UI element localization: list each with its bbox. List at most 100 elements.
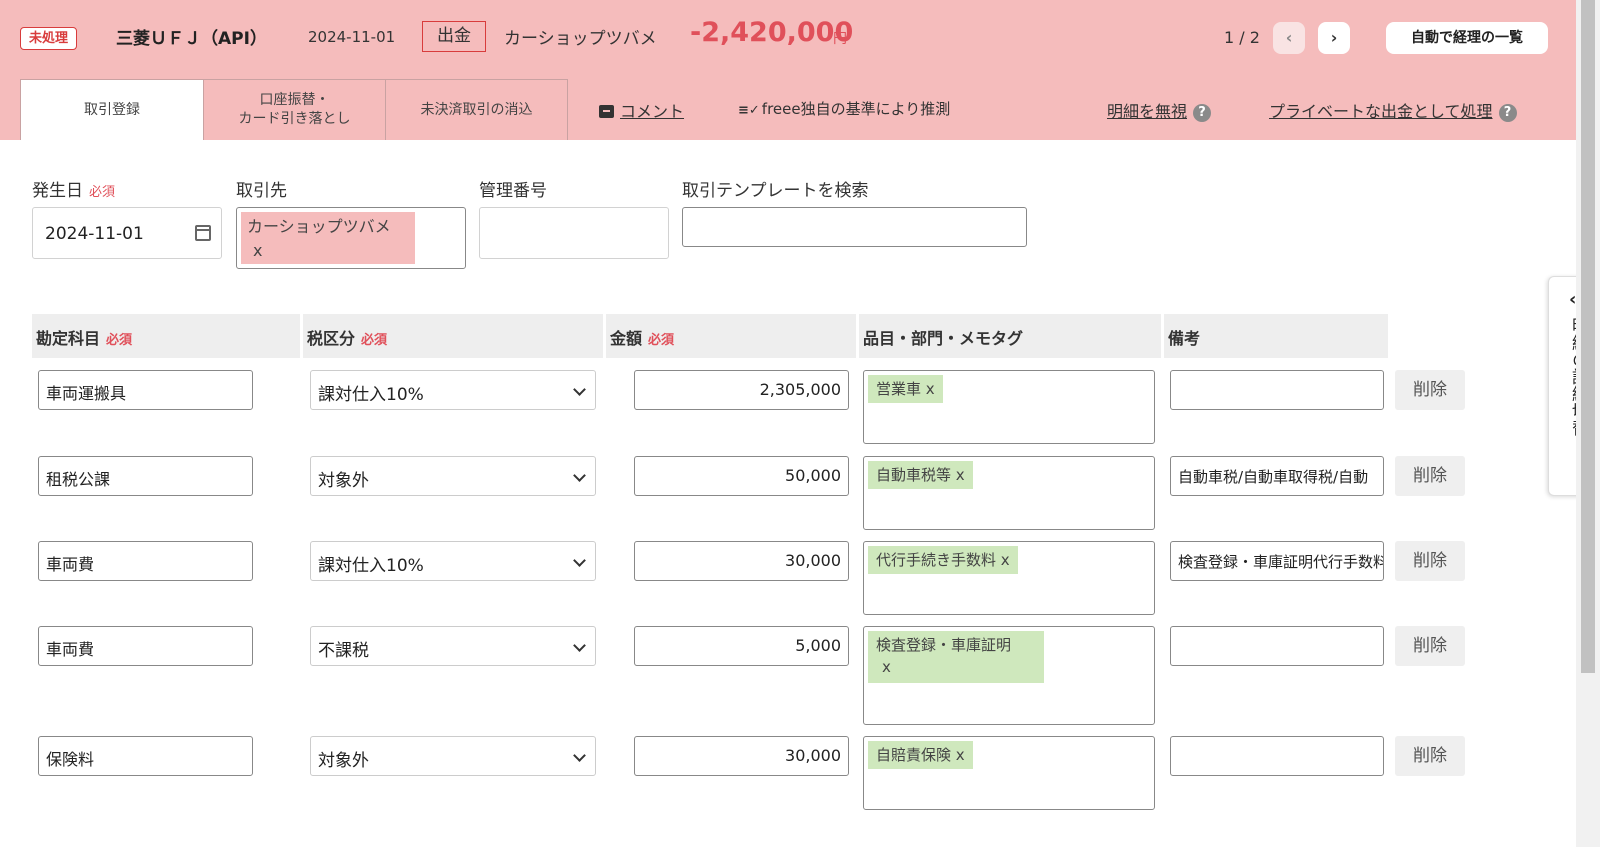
column-header-amount: 金額 必須	[606, 314, 856, 358]
tab-register-transaction[interactable]: 取引登録	[20, 79, 204, 140]
column-header-label: 税区分	[307, 329, 356, 348]
tax-select[interactable]: 課対仕入10%	[310, 370, 596, 410]
delete-row-button[interactable]: 削除	[1395, 541, 1465, 581]
chevron-down-icon	[573, 469, 586, 482]
status-badge: 未処理	[20, 27, 78, 50]
tag-label: 検査登録・車庫証明	[876, 636, 1012, 654]
private-label: プライベートな出金として処理	[1269, 102, 1493, 121]
required-mark: 必須	[361, 333, 388, 348]
remove-tag-button[interactable]: x	[247, 241, 262, 260]
delete-row-button[interactable]: 削除	[1395, 626, 1465, 666]
remove-tag-button[interactable]: x	[876, 658, 891, 676]
payee-input[interactable]: カーショップツバメ x	[236, 207, 466, 269]
column-header-tax: 税区分 必須	[303, 314, 603, 358]
amount-input[interactable]: 5,000	[634, 626, 849, 666]
account-input[interactable]: 保険料	[38, 736, 253, 776]
tag-chip: 検査登録・車庫証明 x	[868, 631, 1044, 683]
date-value: 2024-11-01	[45, 224, 144, 244]
currency-unit: 円	[833, 31, 847, 47]
tag-label: 自賠責保険	[876, 746, 952, 764]
payee-tag-label: カーショップツバメ	[247, 217, 391, 236]
account-input[interactable]: 車両費	[38, 626, 253, 666]
transaction-header: 未処理 三菱ＵＦＪ（API） 2024-11-01 出金 カーショップツバメ -…	[0, 0, 1576, 140]
chevron-down-icon	[573, 383, 586, 396]
prev-button[interactable]: ‹	[1273, 22, 1305, 54]
tag-input[interactable]: 検査登録・車庫証明 x	[863, 626, 1155, 725]
next-button[interactable]: ›	[1318, 22, 1350, 54]
tax-value: 課対仕入10%	[318, 385, 424, 405]
amount-input[interactable]: 50,000	[634, 456, 849, 496]
date-input[interactable]: 2024-11-01	[32, 207, 222, 259]
ignore-statement-link[interactable]: 明細を無視?	[1107, 98, 1212, 122]
template-search-label: 取引テンプレートを検索	[682, 181, 869, 201]
amount-input[interactable]: 30,000	[634, 541, 849, 581]
remove-tag-button[interactable]: x	[926, 380, 935, 398]
column-header-memo: 備考	[1164, 314, 1388, 358]
chevron-left-icon: ‹	[1285, 28, 1293, 47]
tab-label-line2: カード引き落とし	[238, 111, 351, 127]
column-header-account: 勘定科目 必須	[32, 314, 300, 358]
required-mark: 必須	[89, 185, 116, 200]
tag-input[interactable]: 営業車 x	[863, 370, 1155, 444]
tab-label: 口座振替・ カード引き落とし	[239, 91, 351, 129]
column-header-label: 勘定科目	[36, 329, 101, 348]
tag-label: 代行手続き手数料	[876, 551, 997, 569]
remove-tag-button[interactable]: x	[956, 466, 965, 484]
tag-chip: 代行手続き手数料 x	[868, 546, 1018, 574]
scrollbar-thumb[interactable]	[1581, 0, 1595, 673]
account-input[interactable]: 車両運搬具	[38, 370, 253, 410]
calendar-icon[interactable]	[195, 225, 211, 241]
bank-name: 三菱ＵＦＪ（API）	[116, 29, 267, 49]
tax-select[interactable]: 対象外	[310, 456, 596, 496]
tax-select[interactable]: 課対仕入10%	[310, 541, 596, 581]
tax-value: 対象外	[318, 751, 369, 771]
memo-input[interactable]	[1170, 370, 1384, 410]
memo-input[interactable]: 検査登録・車庫証明代行手数料	[1170, 541, 1384, 581]
guess-label: freee独自の基準により推測	[761, 100, 951, 118]
tag-chip: 営業車 x	[868, 375, 943, 403]
tab-clear-unsettled[interactable]: 未決済取引の消込	[385, 79, 568, 140]
tab-label: 未決済取引の消込	[420, 101, 533, 118]
payee-label: 取引先	[236, 181, 287, 201]
amount-input[interactable]: 2,305,000	[634, 370, 849, 410]
management-number-input[interactable]	[479, 207, 669, 259]
chevron-down-icon	[573, 639, 586, 652]
tab-label: 取引登録	[84, 101, 140, 118]
delete-row-button[interactable]: 削除	[1395, 370, 1465, 410]
tax-select[interactable]: 対象外	[310, 736, 596, 776]
transaction-payee: カーショップツバメ	[504, 29, 657, 49]
comment-link[interactable]: コメント	[599, 98, 684, 122]
tax-select[interactable]: 不課税	[310, 626, 596, 666]
list-check-icon: ≡✓	[738, 103, 760, 118]
required-mark: 必須	[106, 333, 133, 348]
remove-tag-button[interactable]: x	[1001, 551, 1010, 569]
help-icon[interactable]: ?	[1498, 104, 1517, 122]
tab-label-line1: 口座振替・	[259, 92, 330, 108]
tax-value: 課対仕入10%	[318, 556, 424, 576]
memo-input[interactable]	[1170, 736, 1384, 776]
memo-input[interactable]: 自動車税/自動車取得税/自動	[1170, 456, 1384, 496]
amount-input[interactable]: 30,000	[634, 736, 849, 776]
scrollbar[interactable]	[1576, 0, 1600, 847]
account-input[interactable]: 車両費	[38, 541, 253, 581]
help-icon[interactable]: ?	[1193, 104, 1212, 122]
tag-input[interactable]: 代行手続き手数料 x	[863, 541, 1155, 615]
column-header-tags: 品目・部門・メモタグ	[859, 314, 1161, 358]
delete-row-button[interactable]: 削除	[1395, 736, 1465, 776]
tab-account-transfer[interactable]: 口座振替・ カード引き落とし	[203, 79, 386, 140]
page: 未処理 三菱ＵＦＪ（API） 2024-11-01 出金 カーショップツバメ -…	[0, 0, 1600, 847]
tag-label: 営業車	[876, 380, 922, 398]
pager-count: 1 / 2	[1224, 28, 1260, 47]
delete-row-button[interactable]: 削除	[1395, 456, 1465, 496]
account-input[interactable]: 租税公課	[38, 456, 253, 496]
tag-input[interactable]: 自動車税等 x	[863, 456, 1155, 530]
memo-input[interactable]	[1170, 626, 1384, 666]
date-label-text: 発生日	[32, 181, 83, 201]
remove-tag-button[interactable]: x	[956, 746, 965, 764]
auto-accounting-list-button[interactable]: 自動で経理の一覧	[1386, 22, 1548, 54]
template-search-input[interactable]	[682, 207, 1027, 247]
direction-badge: 出金	[422, 21, 486, 52]
tag-input[interactable]: 自賠責保険 x	[863, 736, 1155, 810]
private-withdrawal-link[interactable]: プライベートな出金として処理?	[1269, 98, 1517, 122]
comment-icon	[599, 105, 614, 118]
